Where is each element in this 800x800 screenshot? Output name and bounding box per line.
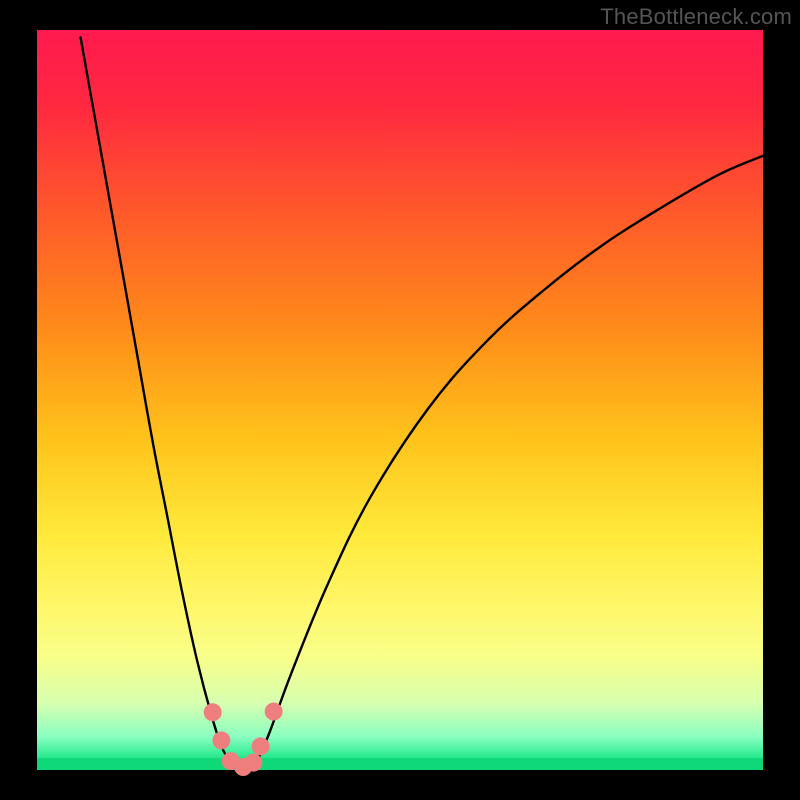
trough-marker xyxy=(204,703,222,721)
trough-marker xyxy=(265,703,283,721)
bottom-band xyxy=(37,758,763,770)
trough-marker xyxy=(244,754,262,772)
chart-canvas xyxy=(0,0,800,800)
trough-marker xyxy=(212,731,230,749)
trough-marker xyxy=(252,737,270,755)
chart-frame: TheBottleneck.com xyxy=(0,0,800,800)
